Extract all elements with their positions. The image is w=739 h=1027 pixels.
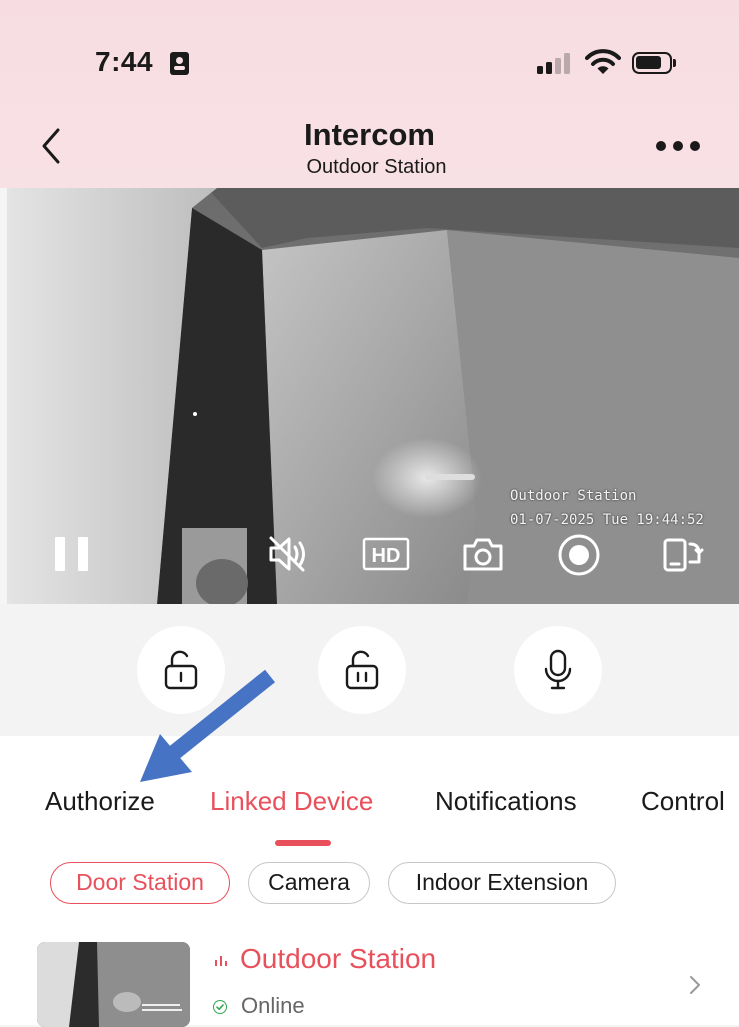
more-dot bbox=[690, 141, 700, 151]
snapshot-button[interactable] bbox=[462, 536, 504, 572]
screen-switch-button[interactable] bbox=[661, 534, 705, 574]
page-title: Intercom bbox=[304, 117, 435, 152]
app-header: 7:44 Intercom Outdoor Station bbox=[0, 0, 739, 188]
device-list-item[interactable]: Outdoor Station Online bbox=[0, 926, 739, 1027]
tab-notifications[interactable]: Notifications bbox=[435, 786, 577, 817]
person-badge-icon bbox=[170, 52, 189, 75]
device-signal-icon bbox=[215, 956, 227, 966]
pause-bar bbox=[78, 537, 88, 571]
quick-actions bbox=[0, 604, 739, 736]
hd-quality-button[interactable]: HD bbox=[362, 537, 410, 571]
more-dot bbox=[673, 141, 683, 151]
status-time: 7:44 bbox=[95, 46, 154, 77]
filter-indoor-extension[interactable]: Indoor Extension bbox=[388, 862, 616, 904]
svg-text:HD: HD bbox=[372, 545, 401, 567]
device-status: Online bbox=[241, 993, 305, 1018]
page-subtitle: Outdoor Station bbox=[306, 156, 447, 178]
tab-bar: Authorize Linked Device Notifications Co… bbox=[0, 736, 739, 846]
filter-door-station[interactable]: Door Station bbox=[50, 862, 230, 904]
osd-station-name: Outdoor Station bbox=[510, 488, 637, 504]
tab-control[interactable]: Control bbox=[641, 786, 725, 817]
microphone-icon bbox=[544, 649, 572, 690]
live-video-view[interactable]: Outdoor Station 01-07-2025 Tue 19:44:52 … bbox=[7, 188, 739, 604]
screen-switch-icon bbox=[663, 538, 704, 572]
battery-icon bbox=[632, 52, 676, 74]
annotation-arrow bbox=[140, 669, 275, 782]
tab-authorize[interactable]: Authorize bbox=[45, 786, 155, 817]
device-name: Outdoor Station bbox=[240, 943, 437, 974]
talk-button[interactable] bbox=[514, 626, 602, 714]
unlock-door-2-button[interactable] bbox=[318, 626, 406, 714]
hd-icon: HD bbox=[362, 537, 410, 571]
mute-button[interactable] bbox=[267, 534, 311, 574]
tab-linked-device[interactable]: Linked Device bbox=[210, 786, 373, 817]
pause-icon bbox=[55, 537, 65, 571]
device-type-filters: Door Station Camera Indoor Extension bbox=[0, 846, 739, 926]
more-horizontal-icon bbox=[656, 141, 666, 151]
wifi-icon bbox=[585, 49, 621, 74]
snapshot-icon bbox=[463, 538, 503, 571]
unlock-2-icon bbox=[345, 650, 379, 690]
check-circle-icon bbox=[213, 1000, 227, 1014]
record-button[interactable] bbox=[557, 533, 601, 577]
chevron-right-icon bbox=[690, 976, 700, 994]
pause-button[interactable] bbox=[55, 537, 89, 573]
record-icon bbox=[558, 534, 600, 576]
device-thumbnail bbox=[37, 942, 190, 1027]
osd-timestamp: 01-07-2025 Tue 19:44:52 bbox=[510, 512, 704, 528]
mute-icon bbox=[269, 536, 305, 572]
filter-camera[interactable]: Camera bbox=[248, 862, 370, 904]
more-options-button[interactable] bbox=[652, 138, 704, 156]
cellular-signal-icon bbox=[537, 52, 575, 74]
